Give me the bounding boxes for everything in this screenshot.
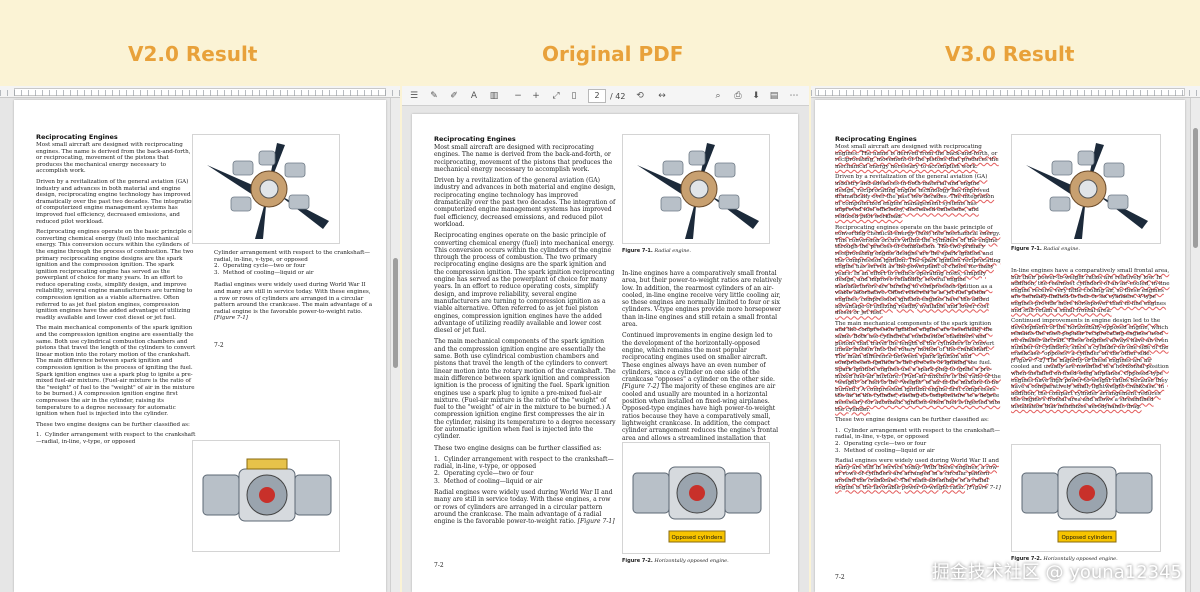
radial-engine-image (1012, 135, 1160, 243)
paragraph: Radial engines were widely used during W… (434, 489, 615, 526)
text-icon[interactable]: A (468, 90, 480, 102)
paragraph: The main mechanical components of the sp… (835, 320, 1001, 413)
paragraph: Radial engines were widely used during W… (835, 458, 1001, 491)
v2-document-page: Reciprocating Engines Most small aircraf… (14, 100, 386, 592)
v2-result-pane: Reciprocating Engines Most small aircraf… (0, 86, 400, 592)
radial-engine-figure (622, 134, 770, 244)
opposed-engine-image: Opposed cylinders (623, 443, 769, 553)
radial-engine-figure (192, 134, 340, 244)
list-item: 1. Cylinder arrangement with respect to … (36, 432, 196, 445)
original-right-column: In-line engines have a comparatively sma… (622, 270, 782, 453)
sidebar-toggle-icon[interactable]: ☰ (408, 90, 420, 102)
page-total: / 42 (610, 92, 626, 101)
figure-1-caption: Figure 7-1. Radial engine. (622, 248, 691, 254)
paragraph: Reciprocating engines operate on the bas… (835, 224, 1001, 317)
figure-1-caption: Figure 7-1. Radial engine. (1011, 246, 1080, 252)
figure-2-caption: Figure 7-2. Horizontally opposed engine. (622, 558, 729, 564)
list-item: 3. Method of cooling—liquid or air (214, 269, 314, 276)
horizontal-ruler[interactable] (811, 86, 1200, 98)
v3-right-column: In-line engines have a comparatively sma… (1011, 268, 1171, 414)
site-watermark: 掘金技术社区 @ youna12345 (931, 562, 1182, 583)
v3-left-column: Most small aircraft are designed with re… (835, 144, 1001, 495)
paragraph: The main mechanical components of the sp… (36, 325, 196, 418)
list-item-continuation: Cylinder arrangement with respect to the… (214, 250, 371, 263)
fit-width-icon[interactable]: ↔ (656, 90, 668, 102)
ruler-ticks (0, 90, 400, 96)
original-left-column: Most small aircraft are designed with re… (434, 144, 616, 530)
list-item: 2. Operating cycle—two or four (214, 263, 306, 270)
list-item: 3. Method of cooling—liquid or air (835, 447, 935, 454)
list-item: 2. Operating cycle—two or four (434, 470, 534, 478)
section-heading: Reciprocating Engines (835, 135, 917, 143)
opposed-cylinders-label: Opposed cylinders (672, 535, 723, 541)
paragraph: Continued improvements in engine design … (1011, 318, 1169, 410)
paragraph: Driven by a revitalization of the genera… (36, 178, 196, 225)
v3-result-pane: Reciprocating Engines Most small aircraf… (811, 86, 1200, 592)
v2-right-column: Cylinder arrangement with respect to the… (214, 250, 374, 326)
page-number: 7-2 (434, 562, 444, 569)
paragraph: Reciprocating engines operate on the bas… (434, 232, 615, 335)
search-icon[interactable]: ⌕ (712, 90, 724, 102)
opposed-engine-image: Opposed cylinders (1012, 445, 1160, 551)
ruler-ticks (811, 90, 1200, 96)
list-item: 3. Method of cooling—liquid or air (434, 477, 543, 485)
v3-document-page: Reciprocating Engines Most small aircraf… (815, 100, 1185, 592)
vertical-scrollbar[interactable] (1190, 98, 1200, 592)
vertical-scrollbar[interactable] (390, 98, 400, 592)
page-number: 7-2 (835, 574, 845, 581)
pdf-toolbar: ☰ ✎ ✐ A ▥ − + ⤢ ▯ 2 / 42 ⟲ ↔ ⌕ ⎙ ⬇ ▤ ⋯ (402, 86, 809, 106)
page-number: 7-2 (214, 342, 224, 349)
paragraph: These two engine designs can be further … (835, 417, 989, 424)
reading-mode-icon[interactable]: ▥ (488, 90, 500, 102)
rotate-icon[interactable]: ⟲ (634, 90, 646, 102)
scrollbar-thumb[interactable] (393, 258, 398, 368)
zoom-out-icon[interactable]: − (512, 90, 524, 102)
draw-icon[interactable]: ✐ (448, 90, 460, 102)
paragraph: Radial engines were widely used during W… (214, 282, 373, 322)
zoom-in-icon[interactable]: + (530, 90, 542, 102)
paragraph: Most small aircraft are designed with re… (835, 144, 999, 170)
more-options-icon[interactable]: ⋯ (788, 90, 800, 102)
list-item: 2. Operating cycle—two or four (835, 440, 927, 447)
paragraph: Driven by a revitalization of the genera… (835, 174, 995, 220)
opposed-engine-figure (192, 440, 340, 552)
scrollbar-thumb[interactable] (1193, 128, 1198, 248)
page-number-input[interactable]: 2 (588, 89, 606, 103)
paragraph: In-line engines have a comparatively sma… (1011, 268, 1170, 314)
radial-engine-image (193, 135, 339, 243)
list-item: 1. Cylinder arrangement with respect to … (434, 455, 614, 471)
page-view-icon[interactable]: ▯ (568, 90, 580, 102)
v2-text-column: Most small aircraft are designed with re… (36, 142, 196, 446)
radial-engine-figure (1011, 134, 1161, 244)
fit-page-icon[interactable]: ⤢ (550, 90, 562, 102)
opposed-cylinders-label: Opposed cylinders (1062, 535, 1113, 541)
v3-result-title: V3.0 Result (945, 42, 1075, 66)
horizontal-ruler[interactable] (0, 86, 400, 98)
paragraph: Most small aircraft are designed with re… (36, 142, 191, 175)
paragraph: Driven by a revitalization of the genera… (434, 177, 616, 228)
paragraph: Reciprocating engines operate on the bas… (36, 229, 194, 321)
save-icon[interactable]: ⬇ (750, 90, 762, 102)
original-pdf-title: Original PDF (542, 42, 684, 66)
comparison-banner: V2.0 Result Original PDF V3.0 Result (0, 0, 1200, 86)
opposed-engine-figure: Opposed cylinders (622, 442, 770, 554)
opposed-engine-image (193, 441, 339, 551)
paragraph: These two engine designs can be further … (36, 421, 190, 428)
paragraph: These two engine designs can be further … (434, 444, 602, 452)
radial-engine-image (623, 135, 769, 243)
highlight-icon[interactable]: ✎ (428, 90, 440, 102)
v2-result-title: V2.0 Result (128, 42, 258, 66)
paragraph: Continued improvements in engine design … (622, 332, 779, 448)
list-item: 1. Cylinder arrangement with respect to … (835, 427, 1000, 441)
opposed-engine-figure: Opposed cylinders (1011, 444, 1161, 552)
print-icon[interactable]: ⎙ (732, 90, 744, 102)
original-document-page: Reciprocating Engines Most small aircraf… (412, 114, 798, 592)
section-heading: Reciprocating Engines (36, 133, 118, 141)
paragraph: The main mechanical components of the sp… (434, 338, 616, 441)
save-as-icon[interactable]: ▤ (768, 90, 780, 102)
paragraph: In-line engines have a comparatively sma… (622, 270, 782, 329)
original-pdf-pane: ☰ ✎ ✐ A ▥ − + ⤢ ▯ 2 / 42 ⟲ ↔ ⌕ ⎙ ⬇ ▤ ⋯ R… (402, 86, 809, 592)
paragraph: Most small aircraft are designed with re… (434, 144, 613, 173)
section-heading: Reciprocating Engines (434, 135, 516, 143)
